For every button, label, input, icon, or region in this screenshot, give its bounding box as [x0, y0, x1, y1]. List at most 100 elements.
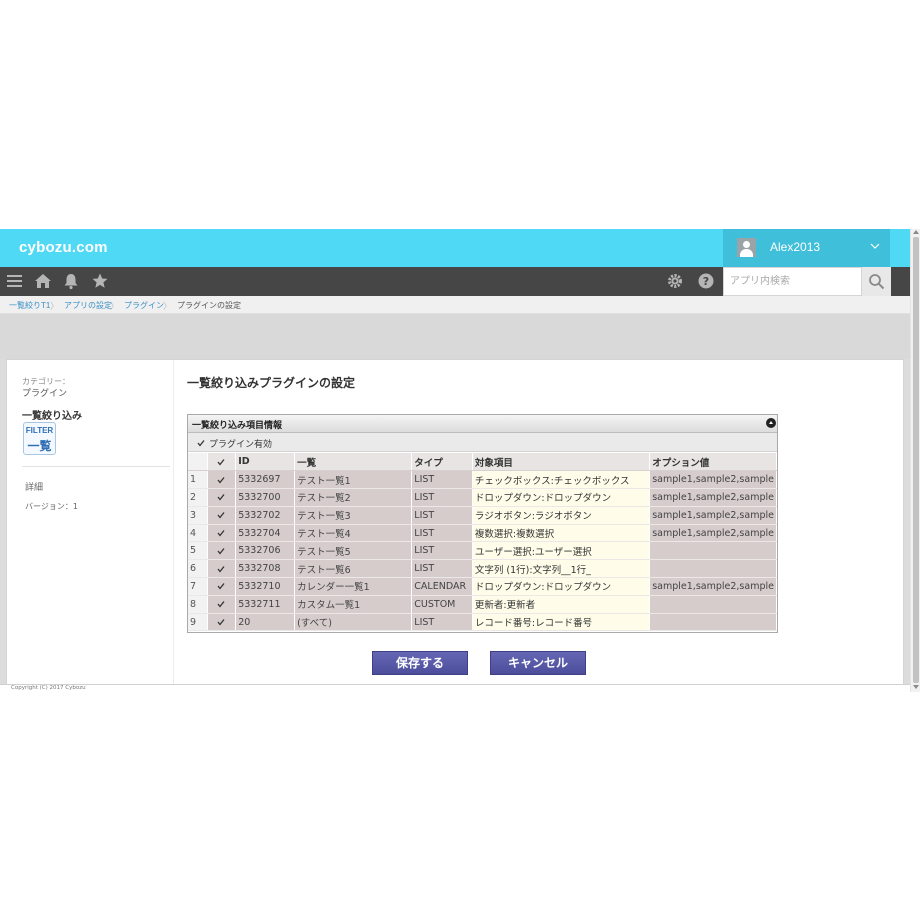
row-checkbox-icon[interactable]	[217, 529, 225, 537]
cell-rownum[interactable]: 6	[188, 559, 208, 579]
cell-option[interactable]: sample1,sample2,sample	[649, 506, 777, 525]
cell-list[interactable]: テスト一覧4	[294, 524, 413, 543]
cell-check[interactable]	[207, 541, 237, 561]
cell-option[interactable]	[649, 595, 777, 614]
cell-check[interactable]	[207, 559, 237, 579]
cell-list[interactable]: (すべて)	[294, 613, 413, 632]
cell-check[interactable]	[207, 595, 237, 614]
save-button[interactable]: 保存する	[372, 651, 468, 675]
user-menu[interactable]: Alex2013	[723, 229, 890, 267]
row-checkbox-icon[interactable]	[217, 618, 225, 626]
cell-id[interactable]: 5332704	[235, 524, 296, 543]
search-button[interactable]	[862, 267, 891, 296]
cell-target[interactable]: 複数選択:複数選択	[472, 524, 651, 543]
table-row[interactable]: 2 5332700 テスト一覧2 LIST ドロップダウン:ドロップダウン sample1…	[188, 488, 777, 507]
row-checkbox-icon[interactable]	[217, 582, 225, 591]
cell-target[interactable]: チェックボックス:チェックボックス	[472, 470, 651, 490]
cell-check[interactable]	[207, 577, 237, 596]
cell-id[interactable]: 5332706	[235, 541, 296, 561]
cell-rownum[interactable]: 3	[188, 506, 208, 525]
cell-target[interactable]: 更新者:更新者	[472, 595, 651, 614]
gear-icon[interactable]	[666, 272, 684, 290]
cell-target[interactable]: ユーザー選択:ユーザー選択	[472, 541, 651, 561]
table-row[interactable]: 6 5332708 テスト一覧6 LIST 文字列 (1行):文字列__1行_	[188, 559, 777, 579]
cell-option[interactable]: sample1,sample2,sample	[649, 488, 777, 507]
cell-list[interactable]: テスト一覧5	[294, 541, 413, 561]
cell-target[interactable]: レコード番号:レコード番号	[472, 613, 651, 632]
table-row[interactable]: 5 5332706 テスト一覧5 LIST ユーザー選択:ユーザー選択	[188, 541, 777, 561]
cell-rownum[interactable]: 7	[188, 577, 208, 596]
cell-type[interactable]: LIST	[411, 506, 473, 525]
cell-rownum[interactable]: 2	[188, 488, 208, 507]
app-search-input[interactable]	[723, 267, 862, 296]
breadcrumb-plugins[interactable]: プラグイン	[124, 300, 164, 311]
cell-list[interactable]: カレンダー一覧1	[294, 577, 413, 596]
row-checkbox-icon[interactable]	[217, 547, 225, 555]
cell-option[interactable]	[649, 613, 777, 632]
cell-target[interactable]: ドロップダウン:ドロップダウン	[472, 488, 651, 507]
cell-option[interactable]: sample1,sample2,sample	[649, 470, 777, 490]
table-row[interactable]: 8 5332711 カスタム一覧1 CUSTOM 更新者:更新者	[188, 595, 777, 614]
table-row[interactable]: 1 5332697 テスト一覧1 LIST チェックボックス:チェックボックス sampl…	[188, 470, 777, 490]
cell-target[interactable]: ラジオボタン:ラジオボタン	[472, 506, 651, 525]
scroll-down-icon[interactable]	[913, 685, 919, 689]
cell-option[interactable]: sample1,sample2,sample	[649, 577, 777, 596]
cancel-button[interactable]: キャンセル	[490, 651, 586, 675]
cell-rownum[interactable]: 8	[188, 595, 208, 614]
table-row[interactable]: 9 20 (すべて) LIST レコード番号:レコード番号	[188, 613, 777, 632]
cell-check[interactable]	[207, 613, 237, 632]
cell-id[interactable]: 5332700	[235, 488, 296, 507]
help-icon[interactable]: ?	[697, 272, 715, 290]
cell-id[interactable]: 5332711	[235, 595, 296, 614]
cell-check[interactable]	[207, 524, 237, 543]
scroll-up-icon[interactable]	[913, 230, 919, 234]
cell-id[interactable]: 5332697	[235, 470, 296, 490]
cell-option[interactable]	[649, 541, 777, 561]
cell-rownum[interactable]: 5	[188, 541, 208, 561]
table-row[interactable]: 7 5332710 カレンダー一覧1 CALENDAR ドロップダウン:ドロップダウン s…	[188, 577, 777, 596]
row-checkbox-icon[interactable]	[217, 476, 225, 484]
row-checkbox-icon[interactable]	[217, 493, 225, 502]
cell-check[interactable]	[207, 488, 237, 507]
cell-target[interactable]: ドロップダウン:ドロップダウン	[472, 577, 651, 596]
star-icon[interactable]	[91, 272, 109, 290]
cell-type[interactable]: CUSTOM	[411, 595, 473, 614]
cell-id[interactable]: 20	[235, 613, 296, 632]
cell-type[interactable]: LIST	[411, 613, 473, 632]
collapse-toggle-icon[interactable]	[766, 418, 776, 428]
cell-id[interactable]: 5332710	[235, 577, 296, 596]
cell-type[interactable]: LIST	[411, 470, 473, 490]
row-checkbox-icon[interactable]	[217, 600, 225, 608]
cell-type[interactable]: LIST	[411, 488, 473, 507]
cell-id[interactable]: 5332708	[235, 559, 296, 579]
cell-type[interactable]: LIST	[411, 541, 473, 561]
cell-rownum[interactable]: 9	[188, 613, 208, 632]
cell-list[interactable]: カスタム一覧1	[294, 595, 413, 614]
page-scrollbar[interactable]	[910, 229, 920, 692]
breadcrumb-app-settings[interactable]: アプリの設定	[64, 300, 112, 311]
menu-icon[interactable]	[6, 272, 24, 290]
cell-type[interactable]: LIST	[411, 524, 473, 543]
cell-check[interactable]	[207, 470, 237, 490]
table-row[interactable]: 4 5332704 テスト一覧4 LIST 複数選択:複数選択 sample1,sampl…	[188, 524, 777, 543]
plugin-enabled-checkbox[interactable]	[197, 439, 205, 447]
row-checkbox-icon[interactable]	[217, 565, 225, 573]
cybozu-logo[interactable]: cybozu.com	[19, 239, 108, 256]
breadcrumb-app[interactable]: 一覧絞りT1	[9, 300, 50, 311]
cell-list[interactable]: テスト一覧3	[294, 506, 413, 525]
cell-list[interactable]: テスト一覧1	[294, 470, 413, 490]
home-icon[interactable]	[34, 272, 52, 290]
cell-list[interactable]: テスト一覧2	[294, 488, 413, 507]
cell-option[interactable]: sample1,sample2,sample	[649, 524, 777, 543]
detail-link[interactable]: 詳細	[25, 480, 43, 493]
cell-check[interactable]	[207, 506, 237, 525]
cell-target[interactable]: 文字列 (1行):文字列__1行_	[472, 559, 651, 579]
cell-id[interactable]: 5332702	[235, 506, 296, 525]
cell-rownum[interactable]: 1	[188, 470, 208, 490]
row-checkbox-icon[interactable]	[217, 511, 225, 519]
scroll-thumb[interactable]	[913, 237, 919, 683]
cell-type[interactable]: LIST	[411, 559, 473, 579]
cell-rownum[interactable]: 4	[188, 524, 208, 543]
column-header-check[interactable]	[207, 453, 237, 472]
cell-type[interactable]: CALENDAR	[411, 577, 473, 596]
